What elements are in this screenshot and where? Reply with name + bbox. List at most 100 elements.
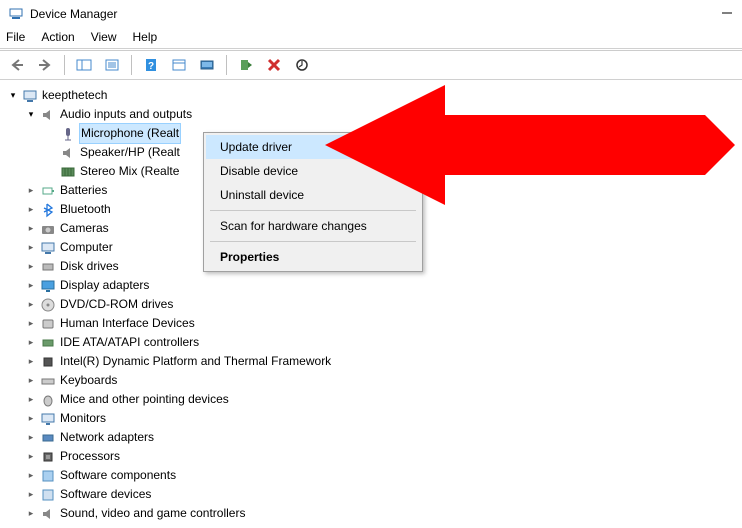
microphone-icon <box>60 126 76 142</box>
node-label: Microphone (Realt <box>80 124 180 143</box>
category-swdev[interactable]: ▸ Software devices <box>4 485 742 504</box>
enable-button[interactable] <box>235 54 257 76</box>
node-label: Disk drives <box>60 257 119 276</box>
node-label: Sound, video and game controllers <box>60 504 245 523</box>
chevron-right-icon[interactable]: ▸ <box>24 371 38 390</box>
toolbar-separator <box>64 55 65 75</box>
node-label: Bluetooth <box>60 200 111 219</box>
chevron-right-icon[interactable]: ▸ <box>24 295 38 314</box>
category-ide[interactable]: ▸ IDE ATA/ATAPI controllers <box>4 333 742 352</box>
category-intel[interactable]: ▸ Intel(R) Dynamic Platform and Thermal F… <box>4 352 742 371</box>
node-label: Intel(R) Dynamic Platform and Thermal Fr… <box>60 352 331 371</box>
node-label: Speaker/HP (Realt <box>80 143 180 162</box>
category-swcomp[interactable]: ▸Software components <box>4 466 742 485</box>
node-label: Display adapters <box>60 276 149 295</box>
menu-action[interactable]: Action <box>41 30 74 44</box>
node-label: Cameras <box>60 219 109 238</box>
update-button[interactable] <box>291 54 313 76</box>
chevron-right-icon[interactable]: ▸ <box>24 352 38 371</box>
root-node[interactable]: ▾ keepthetech <box>4 86 742 105</box>
svg-text:?: ? <box>148 61 154 72</box>
category-display[interactable]: ▸ Display adapters <box>4 276 742 295</box>
category-dvd[interactable]: ▸ DVD/CD-ROM drives <box>4 295 742 314</box>
disk-icon <box>40 259 56 275</box>
chevron-right-icon[interactable]: ▸ <box>24 219 38 238</box>
action-button[interactable] <box>168 54 190 76</box>
category-audio[interactable]: ▾ Audio inputs and outputs <box>4 105 742 124</box>
node-label: Software devices <box>60 485 151 504</box>
controller-icon <box>40 335 56 351</box>
menu-file[interactable]: File <box>6 30 25 44</box>
uninstall-button[interactable] <box>263 54 285 76</box>
node-label: Keyboards <box>60 371 117 390</box>
speaker-icon <box>40 107 56 123</box>
category-hid[interactable]: ▸ Human Interface Devices <box>4 314 742 333</box>
category-keyboards[interactable]: ▸ Keyboards <box>4 371 742 390</box>
node-label: Batteries <box>60 181 107 200</box>
node-label: Processors <box>60 447 120 466</box>
monitor-icon <box>40 411 56 427</box>
category-processors[interactable]: ▸ Processors <box>4 447 742 466</box>
ctx-uninstall-device[interactable]: Uninstall device <box>206 183 420 207</box>
toolbar-separator <box>131 55 132 75</box>
chevron-right-icon[interactable]: ▸ <box>24 276 38 295</box>
window-title: Device Manager <box>30 7 734 21</box>
bluetooth-icon <box>40 202 56 218</box>
ctx-separator <box>210 241 416 242</box>
back-button[interactable] <box>6 54 28 76</box>
chevron-right-icon[interactable]: ▸ <box>24 504 38 523</box>
toolbar-separator <box>226 55 227 75</box>
chevron-right-icon[interactable]: ▸ <box>24 409 38 428</box>
chevron-right-icon[interactable]: ▸ <box>24 447 38 466</box>
help-button[interactable]: ? <box>140 54 162 76</box>
chevron-right-icon[interactable]: ▸ <box>24 333 38 352</box>
chevron-right-icon[interactable]: ▸ <box>24 181 38 200</box>
chevron-right-icon[interactable]: ▸ <box>24 466 38 485</box>
software-device-icon <box>40 487 56 503</box>
ctx-properties[interactable]: Properties <box>206 245 420 269</box>
speaker-icon <box>40 506 56 522</box>
keyboard-icon <box>40 373 56 389</box>
ctx-update-driver[interactable]: Update driver <box>206 135 420 159</box>
node-label: Network adapters <box>60 428 154 447</box>
node-label: keepthetech <box>42 86 107 105</box>
node-label: IDE ATA/ATAPI controllers <box>60 333 199 352</box>
chevron-right-icon[interactable]: ▸ <box>24 428 38 447</box>
chevron-down-icon[interactable]: ▾ <box>6 86 20 105</box>
chevron-right-icon[interactable]: ▸ <box>24 485 38 504</box>
ctx-disable-device[interactable]: Disable device <box>206 159 420 183</box>
chevron-right-icon[interactable]: ▸ <box>24 238 38 257</box>
ctx-scan-hardware[interactable]: Scan for hardware changes <box>206 214 420 238</box>
show-hide-tree-button[interactable] <box>73 54 95 76</box>
node-label: Mice and other pointing devices <box>60 390 229 409</box>
computer-icon <box>40 240 56 256</box>
mouse-icon <box>40 392 56 408</box>
scan-button[interactable] <box>196 54 218 76</box>
category-network[interactable]: ▸ Network adapters <box>4 428 742 447</box>
chevron-right-icon[interactable]: ▸ <box>24 314 38 333</box>
battery-icon <box>40 183 56 199</box>
cpu-icon <box>40 449 56 465</box>
menu-view[interactable]: View <box>91 30 117 44</box>
chip-icon <box>40 354 56 370</box>
disc-icon <box>40 297 56 313</box>
node-label: DVD/CD-ROM drives <box>60 295 173 314</box>
minimize-button[interactable] <box>720 6 734 23</box>
category-mice[interactable]: ▸ Mice and other pointing devices <box>4 390 742 409</box>
menubar: File Action View Help <box>0 28 742 49</box>
chevron-down-icon[interactable]: ▾ <box>24 105 38 124</box>
context-menu: Update driver Disable device Uninstall d… <box>203 132 423 272</box>
chevron-right-icon[interactable]: ▸ <box>24 200 38 219</box>
forward-button[interactable] <box>34 54 56 76</box>
properties-button[interactable] <box>101 54 123 76</box>
node-label: Human Interface Devices <box>60 314 195 333</box>
category-monitors[interactable]: ▸Monitors <box>4 409 742 428</box>
ctx-separator <box>210 210 416 211</box>
network-icon <box>40 430 56 446</box>
menu-help[interactable]: Help <box>133 30 158 44</box>
category-sound[interactable]: ▸ Sound, video and game controllers <box>4 504 742 523</box>
computer-icon <box>22 88 38 104</box>
chevron-right-icon[interactable]: ▸ <box>24 257 38 276</box>
app-icon <box>8 5 24 24</box>
chevron-right-icon[interactable]: ▸ <box>24 390 38 409</box>
